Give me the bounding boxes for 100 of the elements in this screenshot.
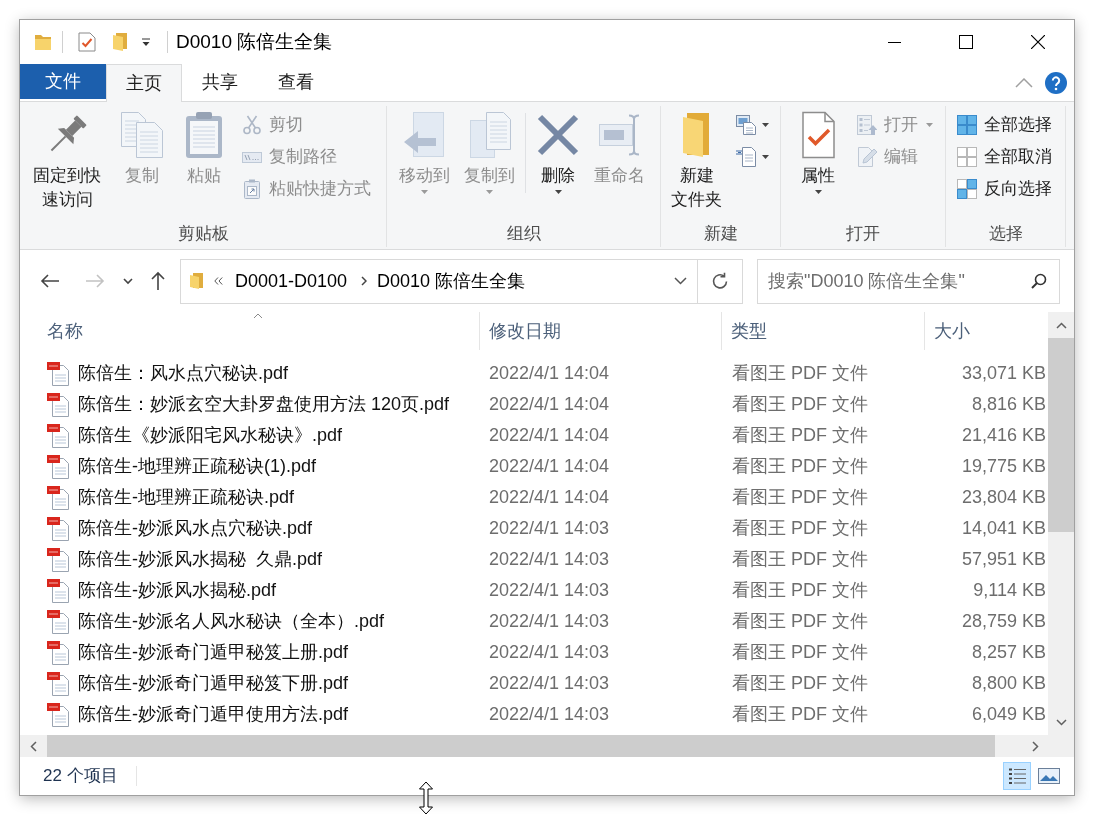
dropdown-caret-icon: [141, 37, 151, 47]
sort-caret-icon: [252, 313, 263, 319]
search-field[interactable]: 搜索"D0010 陈倍生全集": [757, 258, 1060, 304]
file-size: 8,800 KB: [971, 672, 1046, 695]
file-tab[interactable]: 文件: [20, 64, 106, 99]
file-name[interactable]: 陈倍生-妙派风水点穴秘诀.pdf: [78, 515, 313, 542]
window-page-icon: [736, 115, 756, 135]
file-name[interactable]: 陈倍生-地理辨正疏秘诀(1).pdf: [78, 453, 317, 480]
pdf-file-icon: [47, 578, 71, 603]
file-type: 看图王 PDF 文件: [732, 703, 868, 726]
ribbon-button[interactable]: 属性: [792, 109, 844, 194]
details-list-icon: [1008, 767, 1026, 785]
breadcrumb-item[interactable]: D0001-D0100: [229, 265, 354, 297]
check-document-icon: [78, 32, 96, 52]
ribbon-button[interactable]: 固定到快速访问: [28, 109, 106, 212]
pdf-file-icon: [47, 671, 71, 696]
modified-date: 2022/4/1 14:04: [489, 362, 610, 385]
help-button[interactable]: [1045, 71, 1067, 94]
caret-icon: [926, 123, 933, 127]
double-chevron-left-icon: [214, 277, 223, 285]
partial-grid-icon: [957, 179, 977, 199]
quick-access-button[interactable]: [78, 32, 96, 52]
page-arrow-icon: [402, 111, 447, 159]
modified-date: 2022/4/1 14:03: [489, 548, 610, 571]
picture-icon: [1038, 768, 1060, 784]
modified-date: 2022/4/1 14:04: [489, 424, 610, 447]
column-header[interactable]: 类型: [722, 312, 925, 350]
breadcrumb-item[interactable]: D0010 陈倍生全集: [371, 265, 532, 297]
modified-date: 2022/4/1 14:03: [489, 517, 610, 540]
ribbon-button[interactable]: 全部选择: [955, 109, 1054, 141]
documents-icon: [120, 111, 164, 159]
group-label: 剪贴板: [176, 223, 230, 246]
file-name[interactable]: 陈倍生-妙派风水揭秘 久鼎.pdf: [78, 546, 323, 573]
details-view-button[interactable]: [1003, 762, 1031, 790]
file-type: 看图王 PDF 文件: [732, 641, 868, 664]
pdf-file-icon: [47, 361, 71, 386]
empty-grid-icon: [957, 147, 977, 167]
file-size: 28,759 KB: [961, 610, 1046, 633]
chevron-down-icon: [673, 277, 687, 285]
file-name[interactable]: 陈倍生-妙派奇门遁甲秘笈下册.pdf: [78, 670, 349, 697]
file-name[interactable]: 陈倍生-妙派风水揭秘.pdf: [78, 577, 277, 604]
modified-date: 2022/4/1 14:04: [489, 486, 610, 509]
pdf-file-icon: [47, 485, 71, 510]
file-type: 看图王 PDF 文件: [732, 486, 868, 509]
file-size: 6,049 KB: [971, 703, 1046, 726]
file-type: 看图王 PDF 文件: [732, 424, 868, 447]
pdf-file-icon: [47, 516, 71, 541]
column-header[interactable]: 大小: [925, 312, 1048, 350]
address-bar[interactable]: D0001-D0100 D0010 陈倍生全集: [180, 258, 743, 304]
modified-date: 2022/4/1 14:03: [489, 610, 610, 633]
caret-icon: [421, 190, 428, 194]
group-label: 组织: [505, 223, 542, 246]
close-icon: [1031, 35, 1045, 49]
folder-icon: [35, 34, 51, 50]
back-arrow-icon: [40, 273, 60, 289]
ribbon-button[interactable]: 全部取消: [955, 141, 1054, 173]
vertical-scrollbar[interactable]: [1048, 312, 1074, 735]
scrollbar-thumb[interactable]: [1048, 338, 1074, 532]
file-type: 看图王 PDF 文件: [732, 579, 868, 602]
caret-icon: [554, 190, 562, 194]
collapse-ribbon-button[interactable]: [1015, 77, 1033, 88]
caret-icon: [486, 190, 493, 194]
file-name[interactable]: 陈倍生《妙派阳宅风水秘诀》.pdf: [78, 422, 343, 449]
ribbon-button[interactable]: 删除: [532, 109, 584, 194]
file-size: 33,071 KB: [961, 362, 1046, 385]
file-name[interactable]: 陈倍生-妙派奇门遁甲使用方法.pdf: [78, 701, 349, 728]
file-size: 9,114 KB: [973, 579, 1046, 602]
quick-access-button[interactable]: [111, 33, 127, 51]
ribbon-tab[interactable]: 主页: [106, 64, 182, 102]
customize-button[interactable]: [141, 37, 151, 47]
modified-date: 2022/4/1 14:04: [489, 393, 610, 416]
forward-arrow-icon: [85, 273, 105, 289]
ribbon-button[interactable]: 反向选择: [955, 173, 1054, 205]
pdf-file-icon: [47, 640, 71, 665]
up-arrow-icon: [150, 271, 166, 291]
ribbon-button[interactable]: 新建文件夹: [667, 109, 727, 212]
list-arrow-icon: [857, 115, 877, 135]
pdf-file-icon: [47, 609, 71, 634]
pdf-file-icon: [47, 423, 71, 448]
search-icon: [1031, 272, 1047, 289]
file-size: 8,816 KB: [971, 393, 1046, 416]
maximize-icon: [959, 35, 973, 49]
column-header[interactable]: 修改日期: [480, 312, 722, 350]
file-name[interactable]: 陈倍生-妙派奇门遁甲秘笈上册.pdf: [78, 639, 349, 666]
file-type: 看图王 PDF 文件: [732, 610, 868, 633]
documents-icon: [467, 111, 512, 159]
chevron-left-icon: [30, 740, 37, 752]
group-label: 打开: [845, 223, 881, 246]
file-name[interactable]: 陈倍生：妙派玄空大卦罗盘使用方法 120页.pdf: [78, 391, 450, 418]
help-icon: [1045, 71, 1067, 94]
file-size: 21,416 KB: [961, 424, 1046, 447]
column-header[interactable]: 名称: [20, 312, 480, 350]
minimize-icon: [887, 41, 901, 43]
file-type: 看图王 PDF 文件: [732, 517, 868, 540]
file-name[interactable]: 陈倍生：风水点穴秘诀.pdf: [78, 360, 289, 387]
file-name[interactable]: 陈倍生-妙派名人风水秘诀（全本）.pdf: [78, 608, 385, 635]
group-label: 选择: [987, 223, 1024, 246]
file-name[interactable]: 陈倍生-地理辨正疏秘诀.pdf: [78, 484, 295, 511]
pdf-file-icon: [47, 702, 71, 727]
pdf-file-icon: [47, 392, 71, 417]
